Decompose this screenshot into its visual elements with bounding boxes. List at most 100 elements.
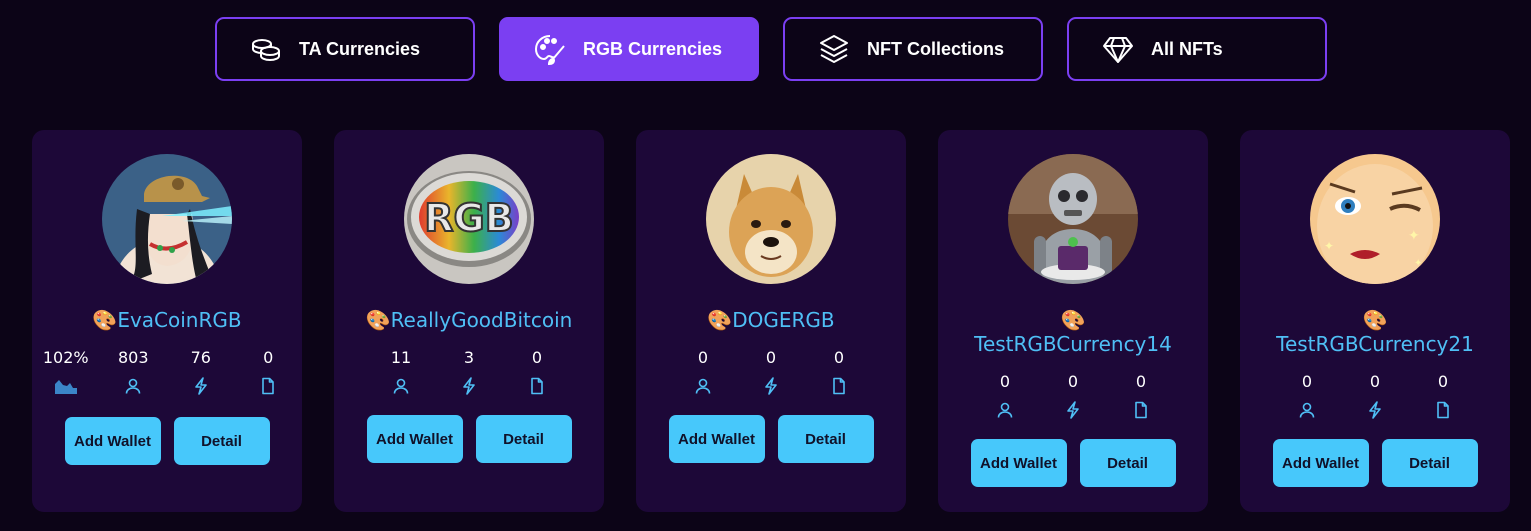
stat-holders: 0	[669, 348, 737, 396]
stat-documents: 0	[1107, 372, 1175, 420]
stat-documents: 0	[805, 348, 873, 396]
stat-value: 0	[1135, 372, 1147, 391]
user-icon	[1298, 400, 1316, 420]
tab-label: All NFTs	[1151, 38, 1223, 59]
document-icon	[528, 376, 546, 396]
card-actions: Add Wallet Detail	[636, 415, 906, 463]
stat-value: 0	[1301, 372, 1313, 391]
stat-documents: 0	[235, 348, 303, 396]
stat-value: 0	[531, 348, 543, 367]
layers-icon	[817, 32, 851, 66]
currency-name[interactable]: 🎨ReallyGoodBitcoin	[334, 308, 604, 332]
card-actions: Add Wallet Detail	[334, 415, 604, 463]
winking-face-avatar: ✦ ✦ ✦	[1310, 154, 1440, 284]
tab-ta-currencies[interactable]: TA Currencies	[215, 17, 475, 81]
currency-card-list: 🎨EvaCoinRGB 102% 803 76 0 Add Wallet Det…	[32, 130, 1510, 512]
palette-icon	[533, 32, 567, 66]
detail-button[interactable]: Detail	[777, 415, 874, 463]
lightning-icon	[460, 376, 478, 396]
stat-value: 11	[390, 348, 412, 367]
stat-transfers: 0	[1039, 372, 1107, 420]
stat-value: 0	[1067, 372, 1079, 391]
card-actions: Add Wallet Detail	[938, 439, 1208, 487]
palette-emoji: 🎨	[1362, 308, 1388, 332]
tab-rgb-currencies[interactable]: RGB Currencies	[499, 17, 759, 81]
detail-button[interactable]: Detail	[1079, 439, 1176, 487]
lightning-icon	[1366, 400, 1384, 420]
palette-emoji: 🎨	[92, 308, 118, 332]
currency-name[interactable]: 🎨EvaCoinRGB	[32, 308, 302, 332]
user-icon	[124, 376, 142, 396]
document-icon	[1132, 400, 1150, 420]
card-actions: Add Wallet Detail	[1240, 439, 1510, 487]
card-actions: Add Wallet Detail	[32, 417, 302, 465]
currency-name[interactable]: 🎨DOGERGB	[636, 308, 906, 332]
stat-value: 76	[190, 348, 211, 367]
document-icon	[259, 376, 277, 396]
palette-emoji: 🎨	[365, 308, 391, 332]
rgb-coin-avatar: RGB	[404, 154, 534, 284]
svg-text:✦: ✦	[1324, 239, 1334, 253]
stat-value: 0	[1369, 372, 1381, 391]
currency-card: 🎨DOGERGB 0 0 0 Add Wallet Detail	[636, 130, 906, 512]
tab-label: TA Currencies	[299, 38, 421, 59]
stat-value: 803	[117, 348, 149, 367]
document-icon	[830, 376, 848, 396]
diamond-icon	[1101, 32, 1135, 66]
stats-row: 11 3 0	[334, 348, 604, 396]
stat-value: 0	[999, 372, 1011, 391]
tab-all-nfts[interactable]: All NFTs	[1067, 17, 1327, 81]
stat-value: 3	[463, 348, 475, 367]
currency-name[interactable]: 🎨 TestRGBCurrency14	[938, 308, 1208, 356]
stat-holders: 11	[367, 348, 435, 396]
tab-nft-collections[interactable]: NFT Collections	[783, 17, 1043, 81]
stat-holders: 0	[971, 372, 1039, 420]
add-wallet-button[interactable]: Add Wallet	[366, 415, 463, 463]
add-wallet-button[interactable]: Add Wallet	[970, 439, 1067, 487]
svg-text:✦: ✦	[1408, 227, 1420, 243]
stat-value: 0	[1437, 372, 1449, 391]
stat-transfers: 0	[1341, 372, 1409, 420]
add-wallet-button[interactable]: Add Wallet	[1272, 439, 1369, 487]
cartoon-woman-laser-eyes-avatar	[102, 154, 232, 284]
stat-transfers: 76	[167, 348, 235, 396]
stat-documents: 0	[1409, 372, 1477, 420]
stat-transfers: 3	[435, 348, 503, 396]
currency-card: 🎨 TestRGBCurrency14 0 0 0 Add Wallet Det…	[938, 130, 1208, 512]
user-icon	[694, 376, 712, 396]
stat-transfers: 0	[737, 348, 805, 396]
svg-text:RGB: RGB	[424, 196, 513, 240]
stat-value: 102%	[42, 348, 89, 367]
detail-button[interactable]: Detail	[173, 417, 270, 465]
stat-documents: 0	[503, 348, 571, 396]
stats-row: 102% 803 76 0	[32, 348, 302, 396]
document-icon	[1434, 400, 1452, 420]
detail-button[interactable]: Detail	[475, 415, 572, 463]
user-icon	[996, 400, 1014, 420]
stat-value: 0	[833, 348, 845, 367]
stat-change: 102%	[32, 348, 100, 396]
chart-icon	[53, 376, 79, 396]
svg-text:✦: ✦	[1414, 258, 1422, 269]
add-wallet-button[interactable]: Add Wallet	[64, 417, 161, 465]
palette-emoji: 🎨	[707, 308, 733, 332]
doge-avatar	[706, 154, 836, 284]
stats-row: 0 0 0	[938, 372, 1208, 420]
lightning-icon	[762, 376, 780, 396]
robot-cake-avatar	[1008, 154, 1138, 284]
tab-label: RGB Currencies	[583, 38, 723, 59]
palette-emoji: 🎨	[1060, 308, 1086, 332]
stat-value: 0	[263, 348, 274, 367]
currency-name[interactable]: 🎨 TestRGBCurrency21	[1240, 308, 1510, 356]
detail-button[interactable]: Detail	[1381, 439, 1478, 487]
stat-holders: 0	[1273, 372, 1341, 420]
currency-card: RGB 🎨ReallyGoodBitcoin 11 3 0 Add Wallet…	[334, 130, 604, 512]
stat-value: 0	[697, 348, 709, 367]
stat-holders: 803	[100, 348, 168, 396]
coins-icon	[249, 32, 283, 66]
currency-tabs: TA Currencies RGB Currencies NFT Collect…	[215, 17, 1327, 81]
currency-card: ✦ ✦ ✦ 🎨 TestRGBCurrency21 0 0 0 Add Wall…	[1240, 130, 1510, 512]
lightning-icon	[192, 376, 210, 396]
user-icon	[392, 376, 410, 396]
add-wallet-button[interactable]: Add Wallet	[668, 415, 765, 463]
